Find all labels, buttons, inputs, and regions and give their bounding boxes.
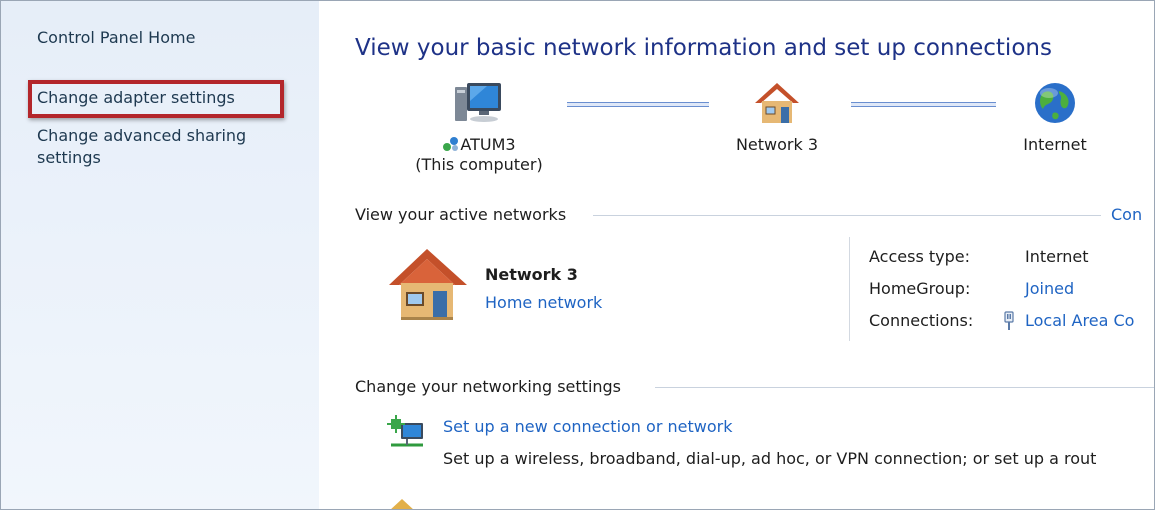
section-divider: [655, 387, 1154, 388]
computer-sub: (This computer): [415, 155, 543, 174]
main-pane: View your basic network information and …: [319, 1, 1154, 509]
computer-icon: [455, 83, 501, 122]
setup-connection-link[interactable]: Set up a new connection or network: [443, 417, 732, 436]
map-connector-line: [567, 102, 709, 107]
highlight-box: [28, 80, 284, 118]
network-type-link[interactable]: Home network: [485, 293, 602, 312]
next-task-icon: [391, 499, 413, 509]
page-title: View your basic network information and …: [355, 35, 1052, 61]
vertical-divider: [849, 237, 850, 341]
active-networks-heading: View your active networks: [355, 205, 567, 224]
connect-disconnect-link[interactable]: Con: [1111, 205, 1142, 224]
connections-label: Connections:: [869, 311, 974, 330]
sidebar-link-advanced-sharing[interactable]: Change advanced sharing settings: [37, 125, 287, 169]
access-type-label: Access type:: [869, 247, 970, 266]
sidebar-link-control-panel-home[interactable]: Control Panel Home: [37, 27, 195, 49]
setup-connection-description: Set up a wireless, broadband, dial-up, a…: [443, 449, 1097, 468]
map-node-internet[interactable]: Internet: [1005, 81, 1105, 155]
sidebar: Control Panel Home Change adapter settin…: [1, 1, 319, 509]
map-network-label: Network 3: [735, 135, 819, 154]
map-connector-line: [851, 102, 996, 107]
connection-link[interactable]: Local Area Co: [1025, 311, 1134, 330]
access-type-value: Internet: [1025, 247, 1089, 266]
computer-name-row: ATUM3: [409, 135, 549, 155]
window-frame: Control Panel Home Change adapter settin…: [0, 0, 1155, 510]
house-icon[interactable]: [387, 247, 469, 323]
homegroup-link[interactable]: Joined: [1025, 279, 1074, 298]
house-icon: [755, 83, 799, 123]
active-network-name: Network 3: [485, 265, 578, 284]
section-divider: [593, 215, 1101, 216]
homegroup-label: HomeGroup:: [869, 279, 971, 298]
new-connection-icon[interactable]: [387, 415, 427, 453]
map-node-computer[interactable]: ATUM3 (This computer): [409, 81, 549, 175]
globe-icon: [1035, 83, 1075, 123]
networking-settings-heading: Change your networking settings: [355, 377, 622, 396]
cable-icon: [1004, 311, 1014, 330]
network-badge-icon: [443, 137, 459, 151]
map-internet-label: Internet: [1023, 135, 1087, 154]
map-node-network[interactable]: Network 3: [717, 81, 837, 155]
computer-name: ATUM3: [460, 135, 516, 154]
